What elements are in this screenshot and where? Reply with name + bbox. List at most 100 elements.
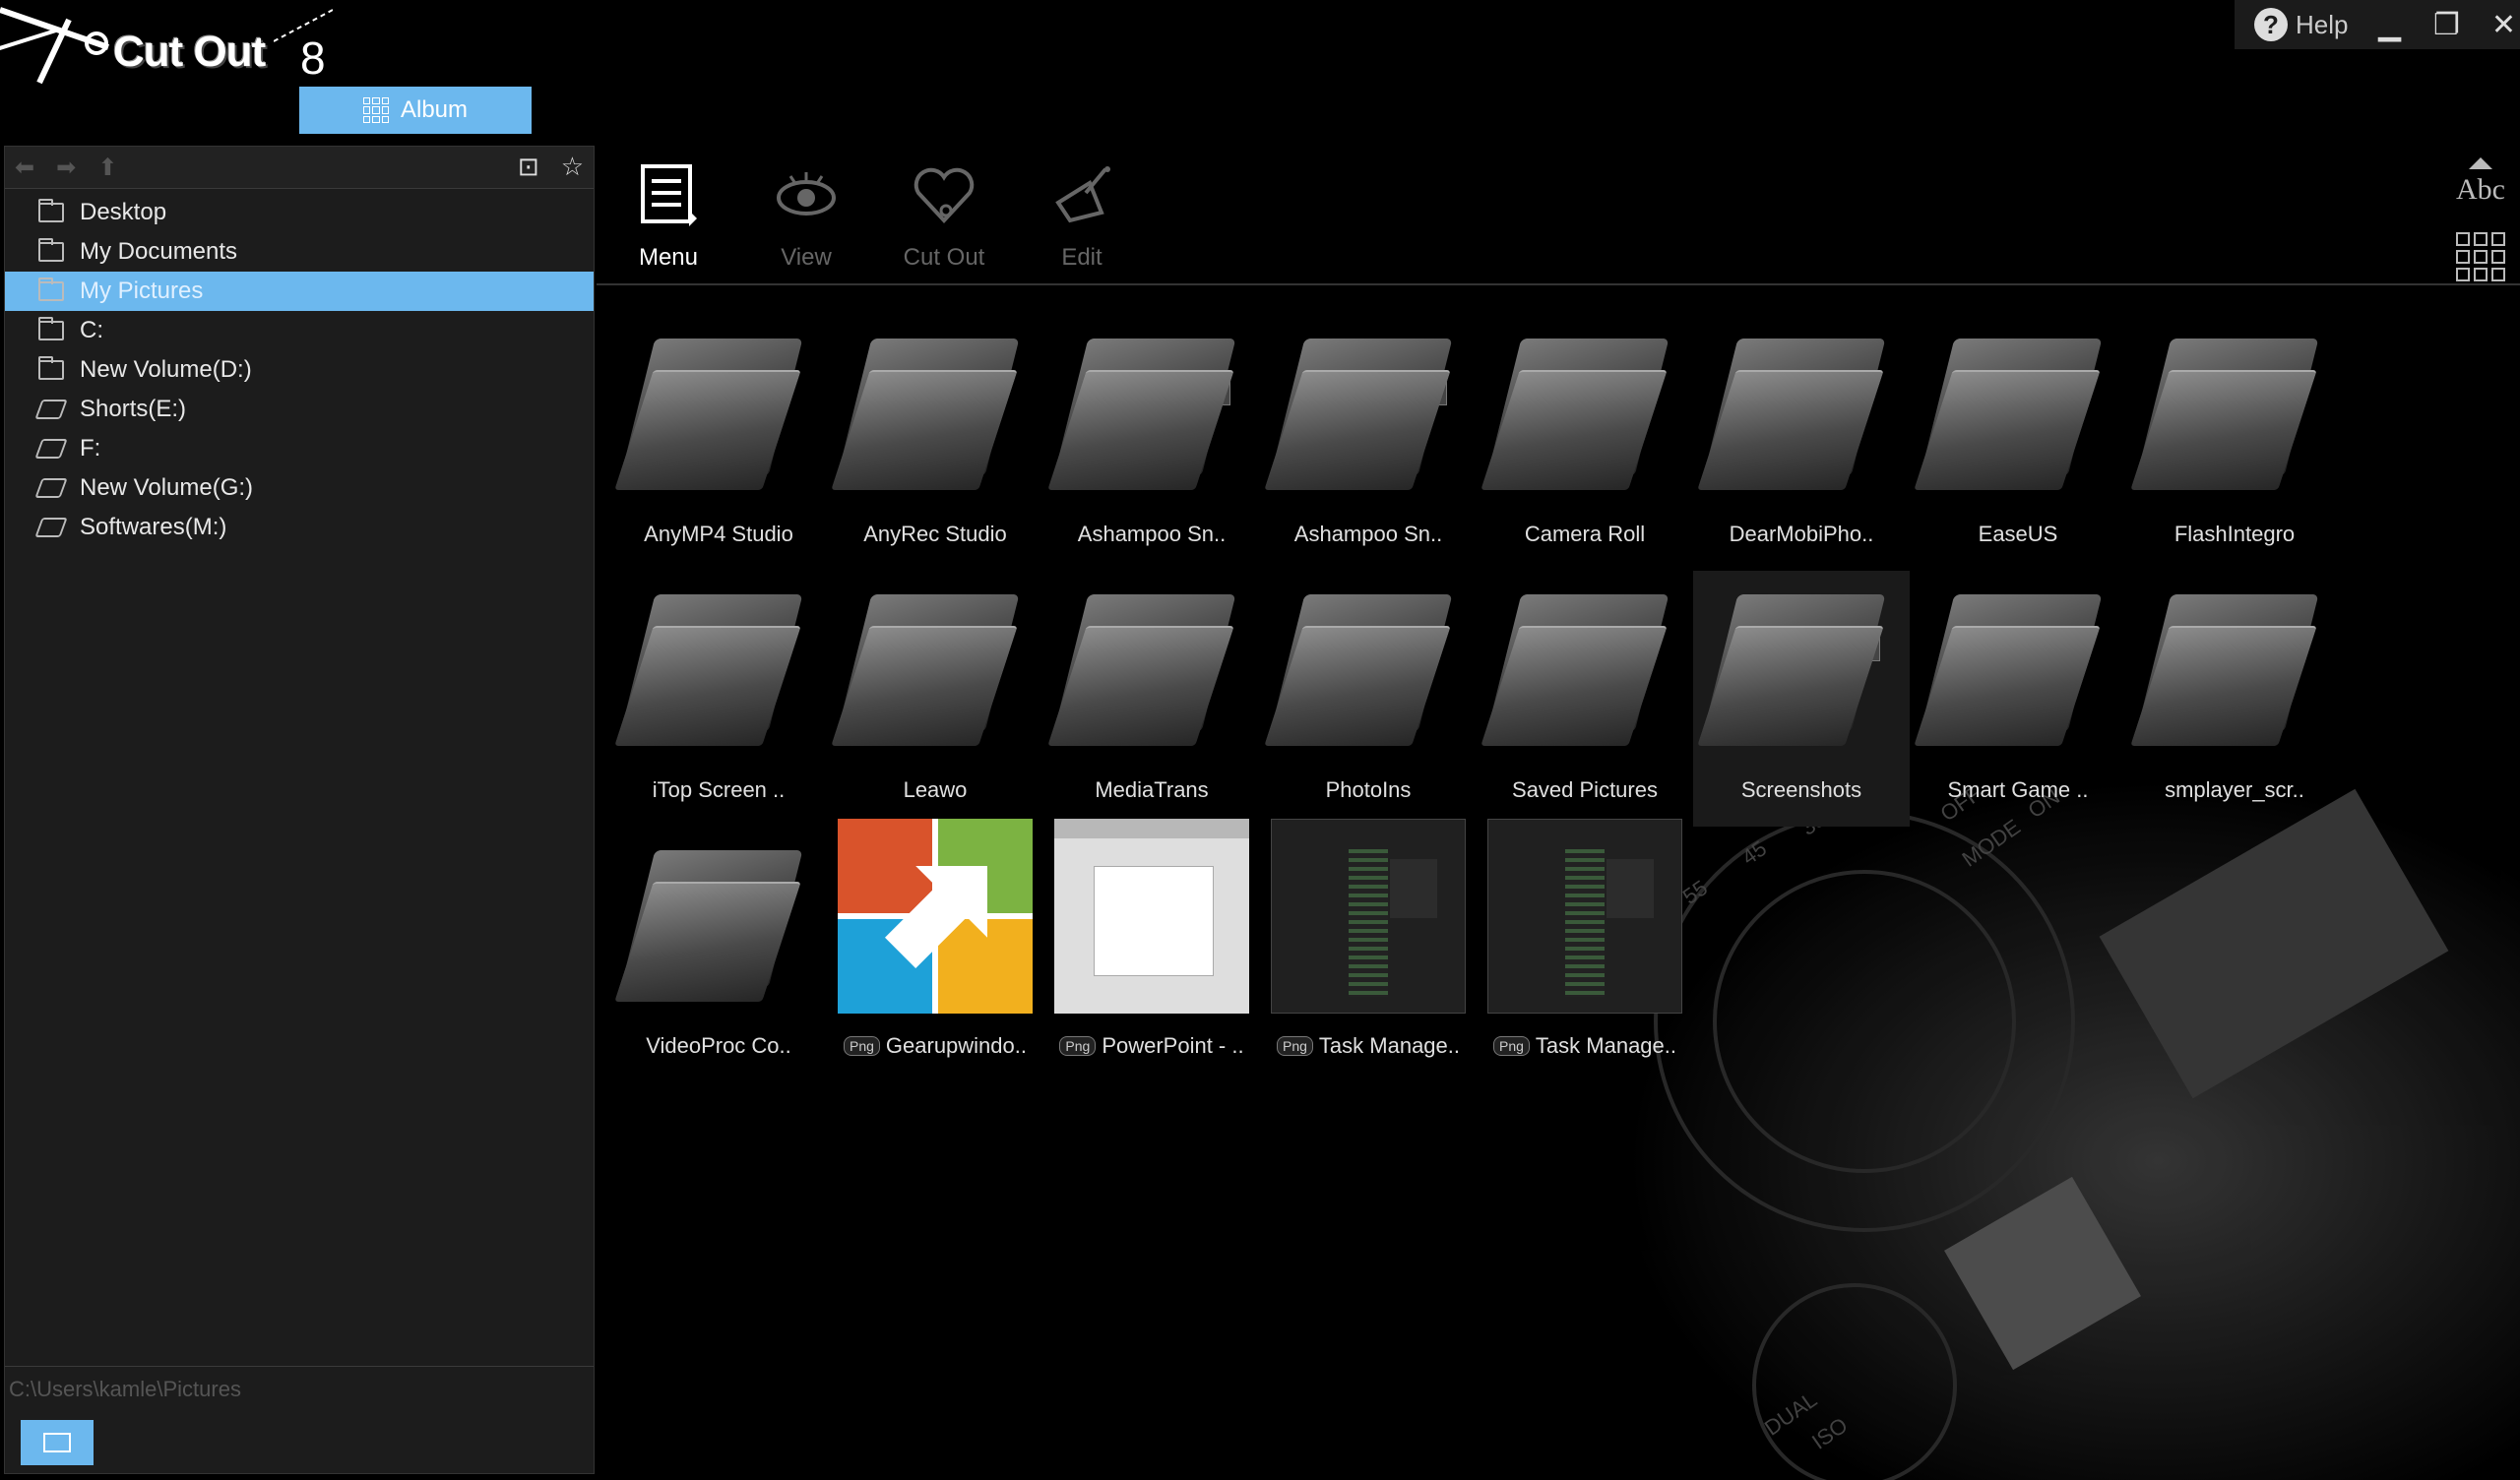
edit-button[interactable]: Edit	[1018, 146, 1146, 283]
help-label: Help	[2296, 9, 2349, 39]
tree-item-label: F:	[80, 435, 101, 462]
tree-item[interactable]: C:	[5, 311, 594, 350]
close-button[interactable]: ✕	[2488, 8, 2519, 42]
tree-item-label: My Pictures	[80, 278, 204, 304]
album-button[interactable]: Album	[299, 87, 532, 134]
file-label: Screenshots	[1741, 777, 1861, 803]
folder-item[interactable]: Screenshots	[1693, 571, 1910, 827]
file-label: Png Task Manage..	[1277, 1033, 1460, 1059]
file-type-badge: Png	[1277, 1036, 1313, 1056]
file-label: Camera Roll	[1525, 522, 1645, 547]
file-name: Gearupwindo..	[885, 1033, 1027, 1058]
restore-button[interactable]: ❐	[2430, 8, 2462, 42]
folder-item[interactable]: FlashIntegro	[2126, 315, 2343, 571]
drive-icon	[34, 518, 68, 537]
favorite-star-icon[interactable]: ☆	[561, 153, 584, 182]
folder-item[interactable]: AnyRec Studio	[827, 315, 1043, 571]
folder-icon	[38, 317, 64, 340]
forward-arrow-icon[interactable]: ➡	[56, 154, 76, 181]
folder-tree-panel: ⬅ ➡ ⬆ ⊡ ☆ Desktop My Documents My Pictures…	[4, 146, 595, 1474]
help-icon: ?	[2254, 8, 2288, 41]
file-type-badge: Png	[1493, 1036, 1530, 1056]
folder-item[interactable]: Ashampoo Sn..	[1043, 315, 1260, 571]
folder-icon	[614, 315, 817, 502]
file-name: EaseUS	[1978, 522, 2058, 546]
file-type-badge: Png	[843, 1036, 880, 1056]
image-thumbnail	[1053, 819, 1250, 1014]
image-item[interactable]: Png Gearupwindo..	[827, 819, 1043, 1082]
file-label: Png PowerPoint - ..	[1059, 1033, 1244, 1059]
folder-icon	[614, 571, 817, 758]
folder-icon	[2130, 571, 2333, 758]
eye-icon	[775, 146, 838, 244]
folder-item[interactable]: Camera Roll	[1477, 315, 1693, 571]
folder-icon	[1480, 315, 1683, 502]
folder-item[interactable]: Ashampoo Sn..	[1260, 315, 1477, 571]
file-name: iTop Screen ..	[652, 777, 786, 802]
tree-item-label: New Volume(D:)	[80, 356, 252, 383]
tree-item[interactable]: F:	[5, 429, 594, 468]
folder-item[interactable]: DearMobiPho..	[1693, 315, 1910, 571]
file-label: Leawo	[904, 777, 968, 803]
file-label: Saved Pictures	[1512, 777, 1658, 803]
image-item[interactable]: Png Task Manage..	[1260, 819, 1477, 1082]
folder-icon	[831, 315, 1034, 502]
tree-item-label: Softwares(M:)	[80, 514, 227, 540]
thumbnail-grid-icon[interactable]	[2456, 232, 2505, 281]
file-name: PhotoIns	[1325, 777, 1412, 802]
view-button[interactable]: View	[742, 146, 870, 283]
up-arrow-icon[interactable]: ⬆	[97, 154, 117, 181]
help-button[interactable]: ? Help	[2254, 8, 2348, 41]
tree-item[interactable]: New Volume(D:)	[5, 350, 594, 390]
file-name: AnyMP4 Studio	[644, 522, 793, 546]
file-name: VideoProc Co..	[646, 1033, 791, 1058]
file-label: AnyRec Studio	[863, 522, 1007, 547]
tree-item[interactable]: My Pictures	[5, 272, 594, 311]
folder-icon	[1047, 571, 1250, 758]
cutout-button[interactable]: Cut Out	[880, 146, 1008, 283]
file-name: Leawo	[903, 777, 968, 802]
image-thumbnail	[837, 819, 1034, 1014]
folder-item[interactable]: EaseUS	[1910, 315, 2126, 571]
folder-item[interactable]: AnyMP4 Studio	[610, 315, 827, 571]
back-arrow-icon[interactable]: ⬅	[15, 154, 34, 181]
minimize-button[interactable]: ▁	[2373, 8, 2405, 42]
menu-label: Menu	[638, 244, 699, 271]
file-name: smplayer_scr..	[2165, 777, 2304, 802]
file-grid: AnyMP4 Studio AnyRec Studio Ashampoo Sn.. A…	[610, 315, 2343, 1082]
image-item[interactable]: Png Task Manage..	[1477, 819, 1693, 1082]
folder-icon	[1480, 571, 1683, 758]
tree-item-label: Desktop	[80, 199, 167, 225]
pictures-icon	[38, 278, 64, 301]
tree-item[interactable]: Shorts(E:)	[5, 390, 594, 429]
file-label: MediaTrans	[1095, 777, 1208, 803]
folder-item[interactable]: Leawo	[827, 571, 1043, 827]
menu-button[interactable]: Menu	[604, 146, 732, 283]
file-label: VideoProc Co..	[646, 1033, 791, 1059]
folder-icon	[1914, 315, 2116, 502]
tree-item[interactable]: Desktop	[5, 193, 594, 232]
folder-item[interactable]: iTop Screen ..	[610, 571, 827, 827]
image-item[interactable]: Png PowerPoint - ..	[1043, 819, 1260, 1082]
file-name: Task Manage..	[1318, 1033, 1460, 1058]
scissors-icon	[0, 7, 109, 85]
folder-item[interactable]: MediaTrans	[1043, 571, 1260, 827]
drive-icon	[34, 400, 68, 419]
logo-text: Cut Out	[113, 28, 266, 76]
file-label: smplayer_scr..	[2165, 777, 2304, 803]
folder-item[interactable]: smplayer_scr..	[2126, 571, 2343, 827]
folder-item[interactable]: Saved Pictures	[1477, 571, 1693, 827]
drive-icon	[34, 478, 68, 498]
tree-item[interactable]: New Volume(G:)	[5, 468, 594, 508]
grid-icon	[362, 97, 389, 123]
sort-by-name-button[interactable]: Abc	[2451, 173, 2510, 207]
new-folder-icon[interactable]: ⊡	[518, 153, 539, 182]
tree-item[interactable]: My Documents	[5, 232, 594, 272]
folder-item[interactable]: PhotoIns	[1260, 571, 1477, 827]
sort-ascending-icon[interactable]	[2469, 157, 2492, 169]
folder-item[interactable]: Smart Game ..	[1910, 571, 2126, 827]
folder-item[interactable]: VideoProc Co..	[610, 827, 827, 1082]
open-folder-button[interactable]	[21, 1420, 94, 1465]
file-label: Ashampoo Sn..	[1294, 522, 1442, 547]
tree-item[interactable]: Softwares(M:)	[5, 508, 594, 547]
